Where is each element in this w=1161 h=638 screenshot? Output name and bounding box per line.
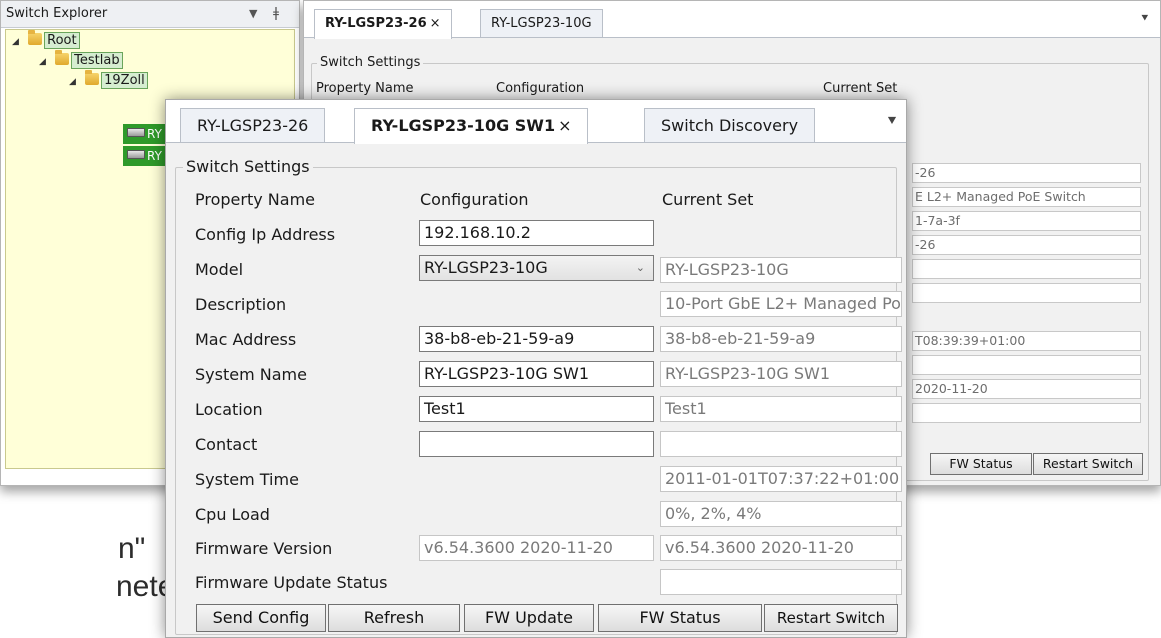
mac-address-input[interactable]: 38-b8-eb-21-59-a9 [419,326,654,352]
column-header-current: Current Set [662,190,754,209]
firmware-version-current-field: v6.54.3600 2020-11-20 [660,535,902,561]
back-current-field [912,355,1141,375]
firmware-update-status-field [660,569,902,595]
back-current-field: 2020-11-20 [912,379,1141,399]
model-current-field: RY-LGSP23-10G [660,257,902,283]
tree-node-19zoll[interactable]: ◢ 19Zoll [69,70,148,91]
tree-node-testlab[interactable]: ◢ Testlab [39,50,123,71]
send-config-button[interactable]: Send Config [196,604,326,632]
panel-dropdown-icon[interactable]: ▼ [249,1,257,27]
tab-ry-lgsp23-10g-sw1[interactable]: RY-LGSP23-10G SW1 × [354,108,589,144]
tree-node-root[interactable]: ◢ Root [12,30,80,51]
config-ip-address-input[interactable]: 192.168.10.2 [419,220,654,246]
switch-device-icon [127,150,145,159]
tab-ry-lgsp23-26[interactable]: RY-LGSP23-26 [180,108,326,142]
switch-explorer-header: Switch Explorer ▼ ǂ [1,1,299,28]
property-label: System Name [195,365,307,384]
description-current-field: 10-Port GbE L2+ Managed PoE Switch [660,291,902,317]
contact-input[interactable] [419,431,654,457]
location-input[interactable]: Test1 [419,396,654,422]
panel-pin-icon[interactable]: ǂ [273,1,279,27]
tab-label: RY-LGSP23-26 [325,16,427,31]
chevron-down-icon: ⌄ [635,261,645,274]
back-tab-strip: RY-LGSP23-26 × RY-LGSP23-10G ⯆ [304,1,1160,39]
front-switch-window: RY-LGSP23-26 RY-LGSP23-10G SW1 × Switch D… [165,99,907,638]
property-label: Mac Address [195,330,297,349]
front-tab-strip: RY-LGSP23-26 RY-LGSP23-10G SW1 × Switch D… [166,100,906,144]
back-fw-status-button[interactable]: FW Status [930,453,1032,475]
property-label: Cpu Load [195,505,270,524]
back-current-field [912,259,1141,279]
system-time-current-field: 2011-01-01T07:37:22+01:00 [660,466,902,492]
column-header-current: Current Set [823,81,898,96]
slide-text-line-1: n" [118,532,146,565]
tree-node-label: 19Zoll [101,72,148,89]
model-dropdown[interactable]: RY-LGSP23-10G ⌄ [419,255,654,281]
column-header-property: Property Name [195,190,315,209]
location-current-field: Test1 [660,396,902,422]
back-current-field: E L2+ Managed PoE Switch [912,187,1141,207]
tab-menu-icon[interactable]: ⯆ [1140,11,1150,26]
cpu-load-current-field: 0%, 2%, 4% [660,501,902,527]
tree-node-label: RY [147,127,162,141]
switch-explorer-title: Switch Explorer [6,6,108,21]
property-label: System Time [195,470,299,489]
tab-label: RY-LGSP23-10G SW1 [371,116,556,135]
folder-icon [55,50,70,65]
column-header-configuration: Configuration [420,190,529,209]
close-icon[interactable]: × [430,16,441,31]
property-label: Firmware Update Status [195,573,388,592]
property-label: Model [195,260,244,279]
tab-label: RY-LGSP23-26 [197,116,309,135]
system-name-input[interactable]: RY-LGSP23-10G SW1 [419,361,654,387]
group-title: Switch Settings [183,157,313,176]
tree-node-label: Root [44,32,80,49]
folder-icon [28,30,43,45]
close-icon[interactable]: × [558,116,571,135]
back-current-field: T08:39:39+01:00 [912,331,1141,351]
refresh-button[interactable]: Refresh [328,604,460,632]
tree-node-label: Testlab [71,52,123,69]
group-title: Switch Settings [317,55,424,70]
fw-update-button[interactable]: FW Update [464,604,594,632]
back-current-field: -26 [912,163,1141,183]
expand-triangle-icon[interactable]: ◢ [39,53,51,71]
expand-triangle-icon[interactable]: ◢ [12,33,24,51]
property-label: Location [195,400,263,419]
back-restart-switch-button[interactable]: Restart Switch [1033,453,1143,475]
mac-address-current-field: 38-b8-eb-21-59-a9 [660,326,902,352]
tab-ry-lgsp23-26[interactable]: RY-LGSP23-26 × [314,9,452,39]
tab-menu-icon[interactable]: ⯆ [886,112,898,130]
back-current-field: -26 [912,235,1141,255]
back-current-field [912,283,1141,303]
switch-device-icon [127,128,145,137]
tab-label: Switch Discovery [661,116,799,135]
model-selected-value: RY-LGSP23-10G [424,258,548,277]
tab-switch-discovery[interactable]: Switch Discovery [644,108,816,142]
property-label: Description [195,295,287,314]
fw-status-button[interactable]: FW Status [598,604,762,632]
property-label: Contact [195,435,258,454]
expand-triangle-icon[interactable]: ◢ [69,73,81,91]
folder-icon [85,70,100,85]
property-label: Firmware Version [195,539,333,558]
tab-label: RY-LGSP23-10G [491,16,592,31]
back-current-field: 1-7a-3f [912,211,1141,231]
restart-switch-button[interactable]: Restart Switch [764,604,898,632]
tab-ry-lgsp23-10g[interactable]: RY-LGSP23-10G [480,9,603,37]
back-current-field [912,403,1141,423]
system-name-current-field: RY-LGSP23-10G SW1 [660,361,902,387]
column-header-configuration: Configuration [496,81,585,96]
column-header-property: Property Name [316,81,414,96]
firmware-version-config-field: v6.54.3600 2020-11-20 [419,535,654,561]
contact-current-field [660,431,902,457]
property-label: Config Ip Address [195,225,336,244]
tree-node-label: RY [147,149,162,163]
